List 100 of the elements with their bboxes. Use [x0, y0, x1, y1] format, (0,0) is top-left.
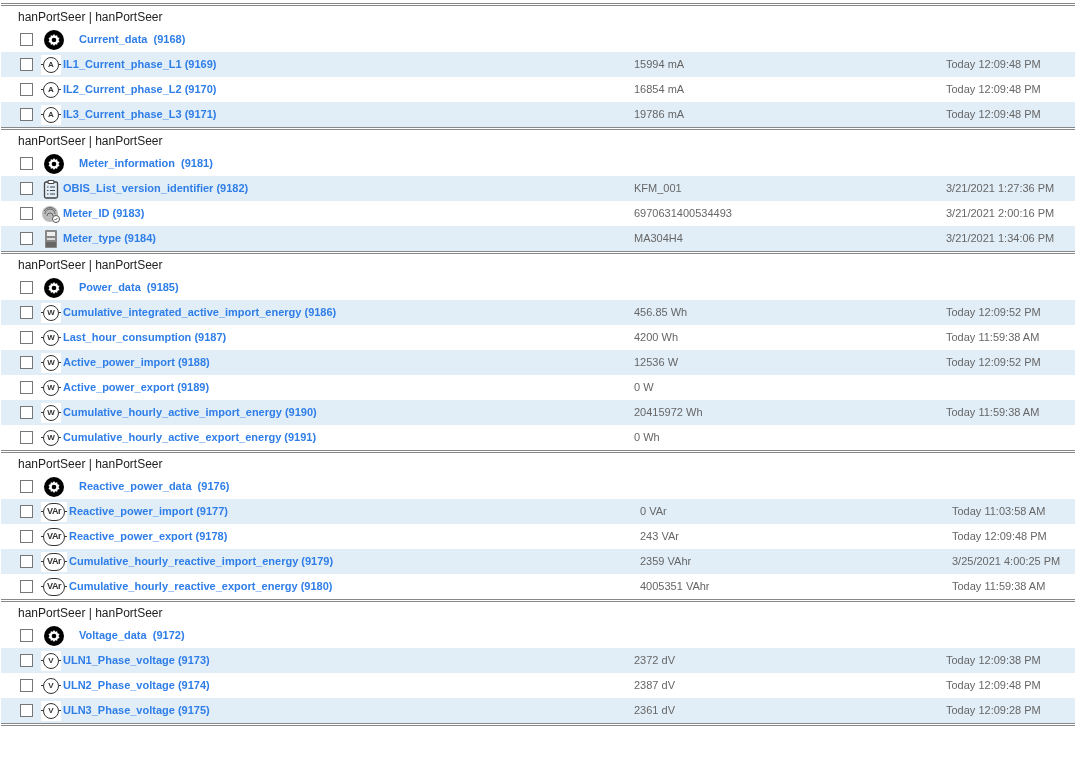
- gauge-icon: A: [41, 104, 61, 125]
- value-text: 456.85 Wh: [634, 305, 689, 321]
- feature-link[interactable]: Cumulative_hourly_reactive_import_energy (9179): [69, 553, 640, 570]
- gauge-icon: W: [41, 377, 61, 398]
- checkbox[interactable]: [20, 679, 33, 692]
- value-text: MA304H4: [634, 231, 684, 247]
- feature-link[interactable]: ULN1_Phase_voltage (9173): [63, 652, 634, 669]
- checkbox[interactable]: [20, 406, 33, 419]
- timestamp-text: Today 12:09:38 PM: [946, 653, 1041, 669]
- checkbox[interactable]: [20, 83, 33, 96]
- gauge-icon: V: [41, 675, 61, 696]
- feature-link[interactable]: Reactive_power_import (9177): [69, 503, 640, 520]
- timestamp-text: Today 11:59:38 AM: [946, 405, 1040, 421]
- gauge-icon: VAr: [41, 551, 67, 572]
- timestamp-text: Today 12:09:48 PM: [946, 57, 1041, 73]
- timestamp-text: 3/21/2021 1:34:06 PM: [946, 231, 1055, 247]
- value-text: 0 W: [634, 380, 655, 396]
- value-text: 2372 dV: [634, 653, 676, 669]
- timestamp-text: Today 12:09:48 PM: [952, 529, 1047, 545]
- timestamp-text: 3/25/2021 4:00:25 PM: [952, 554, 1061, 570]
- checkbox[interactable]: [20, 281, 33, 294]
- feature-link[interactable]: ULN2_Phase_voltage (9174): [63, 677, 634, 694]
- value-text: 0 VAr: [640, 504, 668, 520]
- feature-link[interactable]: ULN3_Phase_voltage (9175): [63, 702, 634, 719]
- checkbox[interactable]: [20, 232, 33, 245]
- gauge-icon: W: [41, 302, 61, 323]
- group-header: hanPortSeer | hanPortSeer: [18, 8, 163, 26]
- checkbox[interactable]: [20, 33, 33, 46]
- device-link[interactable]: Current_data (9168): [79, 31, 186, 48]
- feature-link[interactable]: Reactive_power_export (9178): [69, 528, 640, 545]
- device-link[interactable]: Reactive_power_data (9176): [79, 478, 230, 495]
- checkbox[interactable]: [20, 530, 33, 543]
- checkbox[interactable]: [20, 431, 33, 444]
- device-link[interactable]: Voltage_data (9172): [79, 627, 185, 644]
- value-text: 0 Wh: [634, 430, 661, 446]
- checkbox[interactable]: [20, 629, 33, 642]
- feature-link[interactable]: Meter_ID (9183): [63, 205, 634, 222]
- gauge-icon: A: [41, 79, 61, 100]
- checkbox[interactable]: [20, 58, 33, 71]
- feature-link[interactable]: Meter_type (9184): [63, 230, 634, 247]
- checkbox[interactable]: [20, 704, 33, 717]
- checkbox[interactable]: [20, 580, 33, 593]
- value-text: 4200 Wh: [634, 330, 680, 346]
- value-text: 12536 W: [634, 355, 680, 371]
- gauge-icon: W: [41, 327, 61, 348]
- feature-link[interactable]: Cumulative_hourly_reactive_export_energy (9180): [69, 578, 640, 595]
- gauge-icon: W: [41, 427, 61, 448]
- timestamp-text: 3/21/2021 2:00:16 PM: [946, 206, 1055, 222]
- feature-link[interactable]: IL2_Current_phase_L2 (9170): [63, 81, 634, 98]
- checkbox[interactable]: [20, 555, 33, 568]
- value-text: KFM_001: [634, 181, 683, 197]
- checkbox[interactable]: [20, 381, 33, 394]
- gauge-icon: V: [41, 650, 61, 671]
- clipboard-icon: [41, 178, 61, 199]
- feature-link[interactable]: IL1_Current_phase_L1 (9169): [63, 56, 634, 73]
- value-text: 20415972 Wh: [634, 405, 704, 421]
- timestamp-text: Today 11:03:58 AM: [952, 504, 1046, 520]
- value-text: 15994 mA: [634, 57, 686, 73]
- checkbox[interactable]: [20, 182, 33, 195]
- checkbox[interactable]: [20, 157, 33, 170]
- group-header: hanPortSeer | hanPortSeer: [18, 132, 163, 150]
- group-header: hanPortSeer | hanPortSeer: [18, 256, 163, 274]
- value-text: 6970631400534493: [634, 206, 733, 222]
- timestamp-text: Today 12:09:52 PM: [946, 355, 1041, 371]
- timestamp-text: Today 12:09:52 PM: [946, 305, 1041, 321]
- feature-link[interactable]: Active_power_import (9188): [63, 354, 634, 371]
- gear-icon: [44, 277, 64, 298]
- feature-link[interactable]: IL3_Current_phase_L3 (9171): [63, 106, 634, 123]
- feature-link[interactable]: Cumulative_integrated_active_import_energy (9186): [63, 304, 634, 321]
- gauge-icon: VAr: [41, 576, 67, 597]
- timestamp-text: Today 11:59:38 AM: [946, 330, 1040, 346]
- value-text: 4005351 VAhr: [640, 579, 711, 595]
- feature-link[interactable]: Active_power_export (9189): [63, 379, 634, 396]
- gauge-icon: VAr: [41, 526, 67, 547]
- gauge-icon: V: [41, 700, 61, 721]
- value-text: 16854 mA: [634, 82, 686, 98]
- checkbox[interactable]: [20, 207, 33, 220]
- checkbox[interactable]: [20, 480, 33, 493]
- gauge-icon: VAr: [41, 501, 67, 522]
- feature-link[interactable]: OBIS_List_version_identifier (9182): [63, 180, 634, 197]
- gauge-icon: W: [41, 402, 61, 423]
- timestamp-text: 3/21/2021 1:27:36 PM: [946, 181, 1055, 197]
- checkbox[interactable]: [20, 306, 33, 319]
- device-link[interactable]: Power_data (9185): [79, 279, 179, 296]
- value-text: 2361 dV: [634, 703, 676, 719]
- timestamp-text: Today 12:09:48 PM: [946, 107, 1041, 123]
- checkbox[interactable]: [20, 654, 33, 667]
- value-text: 243 VAr: [640, 529, 680, 545]
- checkbox[interactable]: [20, 505, 33, 518]
- value-text: 2359 VAhr: [640, 554, 693, 570]
- checkbox[interactable]: [20, 331, 33, 344]
- feature-link[interactable]: Cumulative_hourly_active_export_energy (9191): [63, 429, 634, 446]
- device-link[interactable]: Meter_information (9181): [79, 155, 213, 172]
- gauge-icon: W: [41, 352, 61, 373]
- gear-icon: [44, 29, 64, 50]
- gauge-icon: A: [41, 54, 61, 75]
- feature-link[interactable]: Cumulative_hourly_active_import_energy (9190): [63, 404, 634, 421]
- checkbox[interactable]: [20, 108, 33, 121]
- checkbox[interactable]: [20, 356, 33, 369]
- feature-link[interactable]: Last_hour_consumption (9187): [63, 329, 634, 346]
